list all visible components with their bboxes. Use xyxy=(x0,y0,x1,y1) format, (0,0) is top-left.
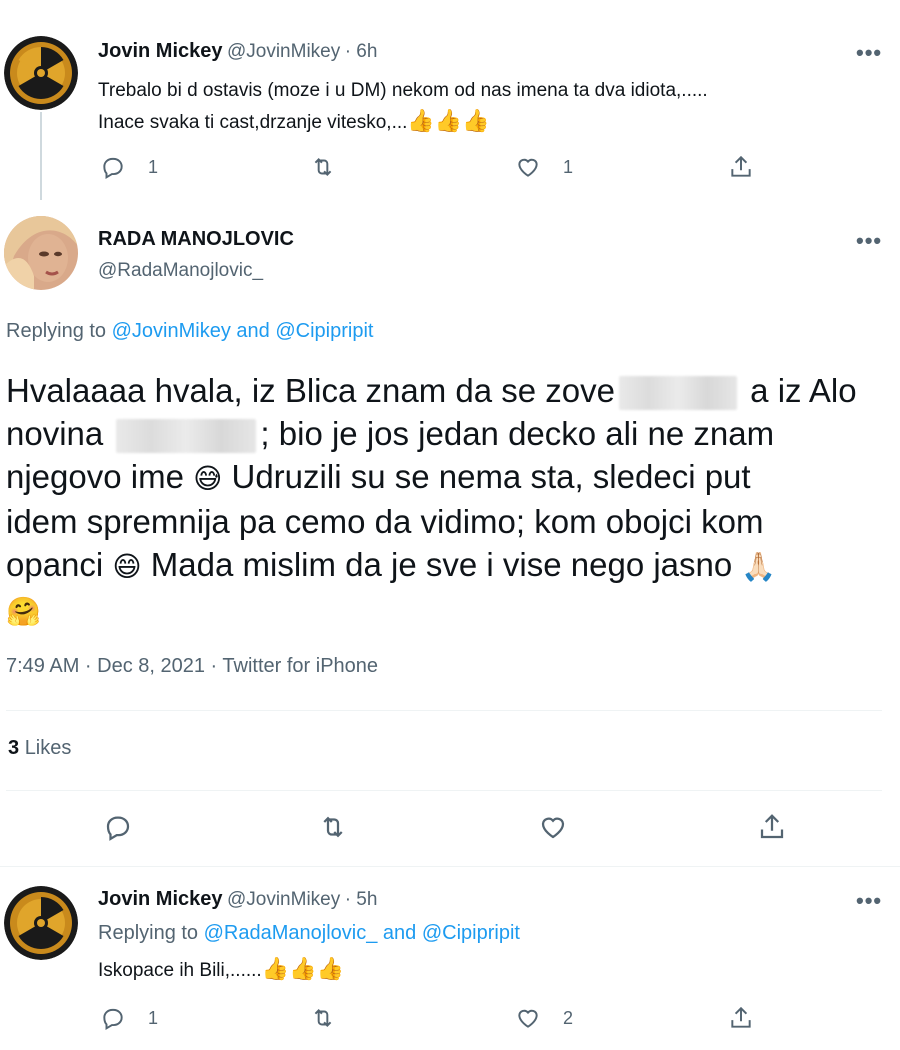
tweet-time[interactable]: · 5h xyxy=(345,889,378,910)
sweat-smile-emoji: 😅 xyxy=(193,463,223,494)
tweet-time[interactable]: · 6h xyxy=(345,41,378,62)
tweet-meta[interactable]: 7:49 AM · Dec 8, 2021 · Twitter for iPho… xyxy=(6,655,378,678)
tweet-text: Trebalo bi d ostavis (moze i u DM) nekom… xyxy=(98,76,888,138)
likes-stat[interactable]: 3 Likes xyxy=(8,737,71,760)
like-button[interactable]: 2 xyxy=(515,1005,573,1031)
tweet-text-line: njegovo ime 😅 Udruzili su se nema sta, s… xyxy=(6,455,886,500)
mention-link[interactable]: @RadaManojlovic_ xyxy=(204,922,378,944)
likes-label: Likes xyxy=(24,737,72,759)
thumbs-up-emoji: 👍👍👍 xyxy=(407,108,490,133)
tweet-text-line: 🤗 xyxy=(6,588,886,633)
tweet-text-segment: njegovo ime xyxy=(6,458,184,495)
tweet-text-line: Trebalo bi d ostavis (moze i u DM) nekom… xyxy=(98,80,708,101)
tweet-text-line: idem spremnija pa cemo da vidimo; kom ob… xyxy=(6,500,886,543)
tweet-text-segment: Iskopace ih Bili,...... xyxy=(98,960,262,981)
replying-to: Replying to @JovinMikey and @Cipipripit xyxy=(6,320,373,343)
thumbs-up-emoji: 👍👍👍 xyxy=(261,956,344,981)
author-handle[interactable]: @RadaManojlovic_ xyxy=(98,260,263,282)
retweet-button[interactable] xyxy=(310,154,336,180)
replying-to: Replying to @RadaManojlovic_ and @Cipipr… xyxy=(98,922,520,945)
reply-button[interactable] xyxy=(103,812,133,842)
like-count: 1 xyxy=(563,156,574,177)
mention-link[interactable]: @JovinMikey xyxy=(112,320,231,342)
reply-count: 1 xyxy=(148,156,159,177)
replying-prefix: Replying to xyxy=(6,320,107,342)
grin-emoji: 😄 xyxy=(112,551,142,582)
like-icon xyxy=(541,817,565,839)
more-icon[interactable]: ••• xyxy=(856,40,882,66)
author-name[interactable]: RADA MANOJLOVIC xyxy=(98,228,294,251)
replying-and: and xyxy=(236,320,270,342)
retweet-icon xyxy=(314,1009,332,1027)
like-icon xyxy=(518,1009,538,1028)
tweet-text-line: opanci 😄 Mada mislim da je sve i vise ne… xyxy=(6,543,886,588)
tweet-text: Hvalaaaa hvala, iz Blica znam da se zove… xyxy=(6,369,886,633)
share-icon xyxy=(731,1006,751,1028)
tweet-text-segment: Inace svaka ti cast,drzanje vitesko,... xyxy=(98,112,408,133)
tweet-header: Jovin Mickey @JovinMikey · 5h xyxy=(98,888,377,911)
share-icon xyxy=(760,814,784,839)
radiation-icon xyxy=(4,886,78,960)
author-handle[interactable]: @JovinMikey xyxy=(227,889,340,910)
tweet-text-segment: a iz Alo xyxy=(750,372,857,409)
author-name[interactable]: Jovin Mickey xyxy=(98,888,223,910)
redacted-name xyxy=(116,419,257,454)
divider xyxy=(0,866,900,867)
retweet-icon xyxy=(314,158,332,176)
likes-count: 3 xyxy=(8,737,20,759)
reply-icon xyxy=(103,1008,123,1031)
like-count: 2 xyxy=(563,1007,574,1028)
mention-link[interactable]: @Cipipripit xyxy=(422,922,520,944)
like-button[interactable]: 1 xyxy=(515,154,573,180)
divider xyxy=(6,790,882,791)
folded-hands-emoji: 🙏🏻 xyxy=(741,551,777,582)
replying-and: and xyxy=(382,922,417,944)
hugging-emoji: 🤗 xyxy=(6,596,41,627)
mention-link[interactable]: @Cipipripit xyxy=(275,320,373,342)
tweet-text-line: novina ; bio je jos jedan decko ali ne z… xyxy=(6,412,886,455)
tweet-text-segment: Udruzili su se nema sta, sledeci put xyxy=(231,458,751,495)
reply-button[interactable]: 1 xyxy=(100,154,158,180)
radiation-icon xyxy=(4,36,78,110)
reply-icon xyxy=(103,157,123,180)
tweet-text-line: Inace svaka ti cast,drzanje vitesko,...👍… xyxy=(98,106,888,138)
tweet-text-line: Hvalaaaa hvala, iz Blica znam da se zove… xyxy=(6,369,886,412)
share-button[interactable] xyxy=(728,1005,754,1031)
more-icon[interactable]: ••• xyxy=(856,228,882,254)
share-icon xyxy=(731,155,751,177)
share-button[interactable] xyxy=(757,812,787,842)
author-handle[interactable]: @JovinMikey xyxy=(227,41,340,62)
tweet-text-segment: opanci xyxy=(6,546,104,583)
like-icon xyxy=(518,158,538,177)
tweet-text-segment: ; bio je jos jedan decko ali ne znam xyxy=(260,415,775,452)
tweet-text-segment: Hvalaaaa hvala, iz Blica znam da se zove xyxy=(6,372,615,409)
redacted-name xyxy=(619,376,737,411)
like-button[interactable] xyxy=(538,812,568,842)
tweet-text-segment: novina xyxy=(6,415,104,452)
retweet-button[interactable] xyxy=(318,812,348,842)
avatar[interactable] xyxy=(4,886,78,960)
divider xyxy=(6,710,882,711)
retweet-icon xyxy=(323,816,343,838)
reply-count: 1 xyxy=(148,1007,159,1028)
reply-icon xyxy=(106,816,130,841)
profile-photo xyxy=(4,216,78,290)
tweet-header: Jovin Mickey @JovinMikey · 6h xyxy=(98,40,377,63)
thread-line xyxy=(40,112,42,200)
replying-prefix: Replying to xyxy=(98,922,199,944)
tweet-text-segment: Mada mislim da je sve i vise nego jasno xyxy=(150,546,733,583)
avatar[interactable] xyxy=(4,216,78,290)
share-button[interactable] xyxy=(728,154,754,180)
tweet-text-segment: idem spremnija pa cemo da vidimo; kom ob… xyxy=(6,503,764,540)
author-name[interactable]: Jovin Mickey xyxy=(98,40,223,62)
more-icon[interactable]: ••• xyxy=(856,888,882,914)
reply-button[interactable]: 1 xyxy=(100,1005,158,1031)
retweet-button[interactable] xyxy=(310,1005,336,1031)
tweet-text: Iskopace ih Bili,......👍👍👍 xyxy=(98,956,344,982)
avatar[interactable] xyxy=(4,36,78,110)
